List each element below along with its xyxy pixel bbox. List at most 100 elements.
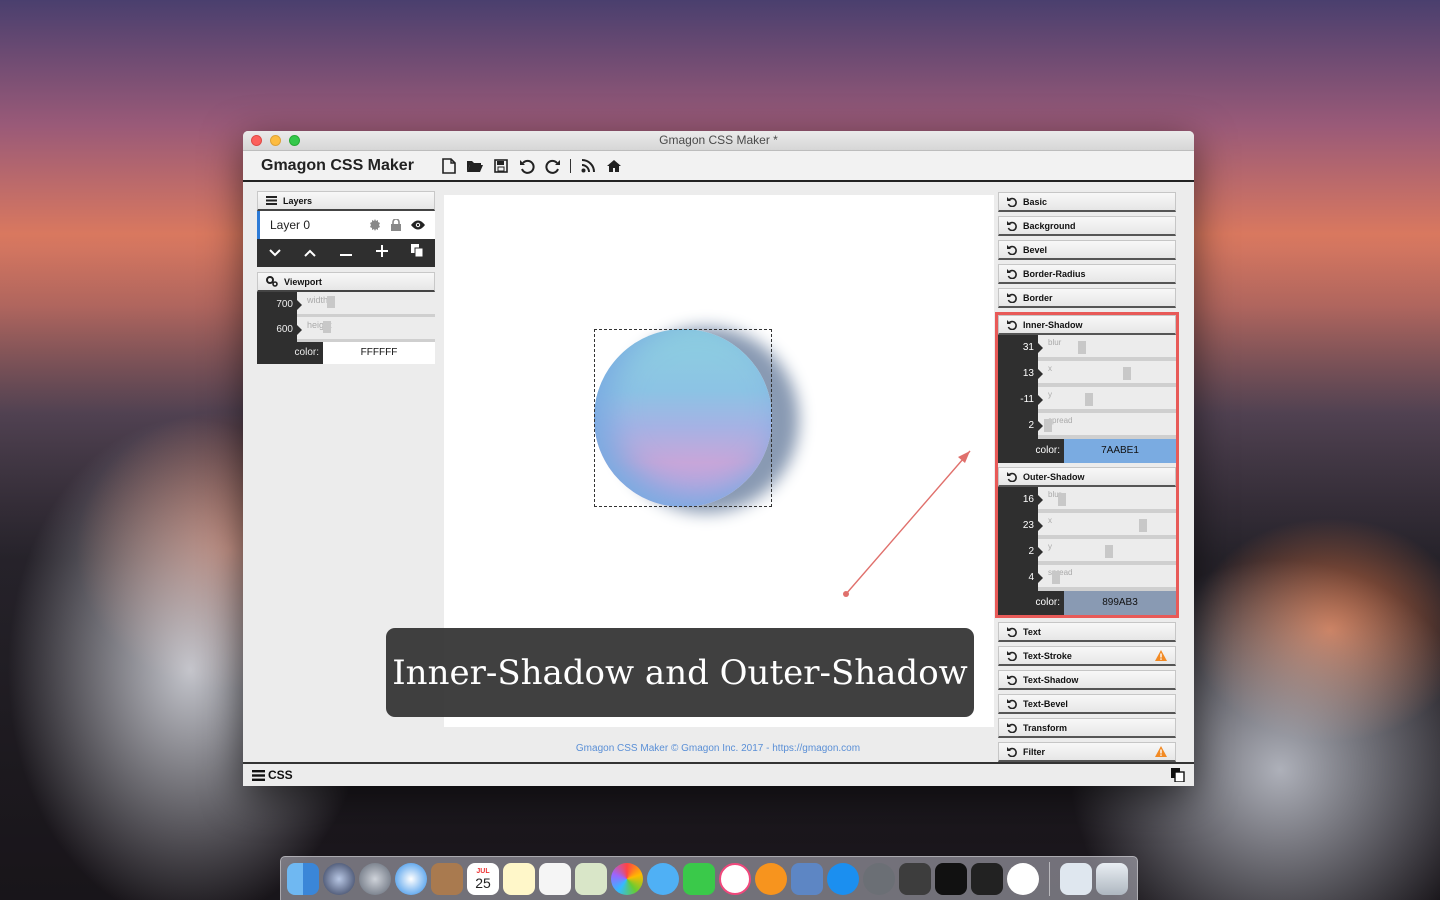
slider-knob[interactable] — [1078, 341, 1086, 354]
reset-icon[interactable] — [1007, 698, 1017, 709]
open-folder-icon[interactable] — [466, 157, 484, 175]
outer-shadow-blur-slider[interactable]: 16 blur — [998, 487, 1176, 513]
footer-link[interactable]: Gmagon CSS Maker © Gmagon Inc. 2017 - ht… — [443, 743, 993, 754]
section-transform[interactable]: Transform — [998, 718, 1176, 738]
siri-icon[interactable] — [323, 862, 355, 895]
section-border-radius[interactable]: Border-Radius — [998, 264, 1176, 284]
section-border[interactable]: Border — [998, 288, 1176, 308]
redo-icon[interactable] — [544, 157, 562, 175]
notes-icon[interactable] — [503, 862, 535, 895]
outer-shadow-x-slider[interactable]: 23 x — [998, 513, 1176, 539]
reset-icon[interactable] — [1007, 674, 1017, 685]
system-preferences-icon[interactable] — [863, 862, 895, 895]
layer-item[interactable]: Layer 0 — [257, 211, 435, 239]
slider-knob[interactable] — [1052, 571, 1060, 584]
ibooks-icon[interactable] — [755, 862, 787, 895]
activity-monitor-icon[interactable] — [971, 862, 1003, 895]
viewport-color-field[interactable]: color: FFFFFF — [257, 342, 435, 364]
close-button[interactable] — [251, 135, 262, 146]
section-text-shadow[interactable]: Text-Shadow — [998, 670, 1176, 690]
undo-icon[interactable] — [518, 157, 536, 175]
layers-header[interactable]: Layers — [257, 191, 435, 211]
selection-box[interactable] — [594, 329, 772, 507]
maps-icon[interactable] — [575, 862, 607, 895]
outer-shadow-spread-slider[interactable]: 4 spread — [998, 565, 1176, 591]
reset-icon[interactable] — [1007, 626, 1017, 637]
trash-icon[interactable] — [1096, 862, 1128, 895]
gmagon-app-icon[interactable] — [1007, 862, 1039, 895]
slider-knob[interactable] — [1105, 545, 1113, 558]
section-inner-shadow[interactable]: Inner-Shadow — [998, 315, 1176, 335]
reset-icon[interactable] — [1007, 722, 1017, 733]
downloads-stack-icon[interactable] — [1060, 862, 1092, 895]
inner-shadow-color-value[interactable]: 7AABE1 — [1064, 439, 1176, 463]
minus-icon[interactable] — [339, 244, 352, 262]
settings-icon[interactable] — [369, 219, 381, 234]
calendar-icon[interactable]: JUL 25 — [467, 862, 499, 895]
reset-icon[interactable] — [1007, 650, 1017, 661]
app-store-icon[interactable] — [827, 862, 859, 895]
plus-icon[interactable] — [375, 244, 388, 262]
chevron-up-icon[interactable] — [304, 244, 317, 262]
save-icon[interactable] — [492, 157, 510, 175]
slider-knob[interactable] — [323, 321, 331, 333]
viewport-width-slider[interactable]: 700 width — [257, 292, 435, 317]
messages-icon[interactable] — [647, 862, 679, 895]
finder-icon[interactable] — [287, 862, 319, 895]
section-outer-shadow[interactable]: Outer-Shadow — [998, 467, 1176, 487]
section-bevel[interactable]: Bevel — [998, 240, 1176, 260]
lock-icon[interactable] — [391, 218, 401, 234]
reset-icon[interactable] — [1007, 196, 1017, 207]
viewport-color-value[interactable]: FFFFFF — [323, 342, 435, 364]
minimize-button[interactable] — [270, 135, 281, 146]
reset-icon[interactable] — [1007, 319, 1017, 330]
launchpad-icon[interactable] — [359, 862, 391, 895]
section-text[interactable]: Text — [998, 622, 1176, 642]
terminal-icon[interactable] — [935, 862, 967, 895]
slider-knob[interactable] — [1139, 519, 1147, 532]
reset-icon[interactable] — [1007, 292, 1017, 303]
slider-knob[interactable] — [1044, 419, 1052, 432]
slider-knob[interactable] — [1085, 393, 1093, 406]
section-text-stroke[interactable]: Text-Stroke — [998, 646, 1176, 666]
slider-knob[interactable] — [327, 296, 335, 308]
home-icon[interactable] — [605, 157, 623, 175]
preview-icon[interactable] — [791, 862, 823, 895]
reset-icon[interactable] — [1007, 471, 1017, 482]
safari-icon[interactable] — [395, 862, 427, 895]
section-basic[interactable]: Basic — [998, 192, 1176, 212]
chevron-down-icon[interactable] — [269, 244, 281, 262]
section-background[interactable]: Background — [998, 216, 1176, 236]
copy-css-icon[interactable] — [1171, 768, 1185, 786]
rss-icon[interactable] — [579, 157, 597, 175]
viewport-height-slider[interactable]: 600 height — [257, 317, 435, 342]
itunes-icon[interactable] — [719, 862, 751, 895]
new-file-icon[interactable] — [440, 157, 458, 175]
reset-icon[interactable] — [1007, 220, 1017, 231]
photos-icon[interactable] — [611, 862, 643, 895]
outer-shadow-y-slider[interactable]: 2 y — [998, 539, 1176, 565]
inner-shadow-color-field[interactable]: color: 7AABE1 — [998, 439, 1176, 463]
outer-shadow-color-field[interactable]: color: 899AB3 — [998, 591, 1176, 615]
sublime-text-icon[interactable] — [899, 862, 931, 895]
outer-shadow-color-value[interactable]: 899AB3 — [1064, 591, 1176, 615]
zoom-button[interactable] — [289, 135, 300, 146]
reset-icon[interactable] — [1007, 244, 1017, 255]
inner-shadow-y-slider[interactable]: -11 y — [998, 387, 1176, 413]
reset-icon[interactable] — [1007, 268, 1017, 279]
duplicate-icon[interactable] — [411, 244, 424, 262]
slider-knob[interactable] — [1123, 367, 1131, 380]
section-filter[interactable]: Filter — [998, 742, 1176, 762]
viewport-header[interactable]: Viewport — [257, 272, 435, 292]
contacts-icon[interactable] — [431, 862, 463, 895]
inner-shadow-x-slider[interactable]: 13 x — [998, 361, 1176, 387]
reminders-icon[interactable] — [539, 862, 571, 895]
inner-shadow-blur-slider[interactable]: 31 blur — [998, 335, 1176, 361]
section-text-bevel[interactable]: Text-Bevel — [998, 694, 1176, 714]
reset-icon[interactable] — [1007, 746, 1017, 757]
facetime-icon[interactable] — [683, 862, 715, 895]
eye-icon[interactable] — [411, 219, 425, 234]
css-toggle[interactable]: CSS — [252, 768, 293, 782]
slider-knob[interactable] — [1058, 493, 1066, 506]
inner-shadow-spread-slider[interactable]: 2 spread — [998, 413, 1176, 439]
